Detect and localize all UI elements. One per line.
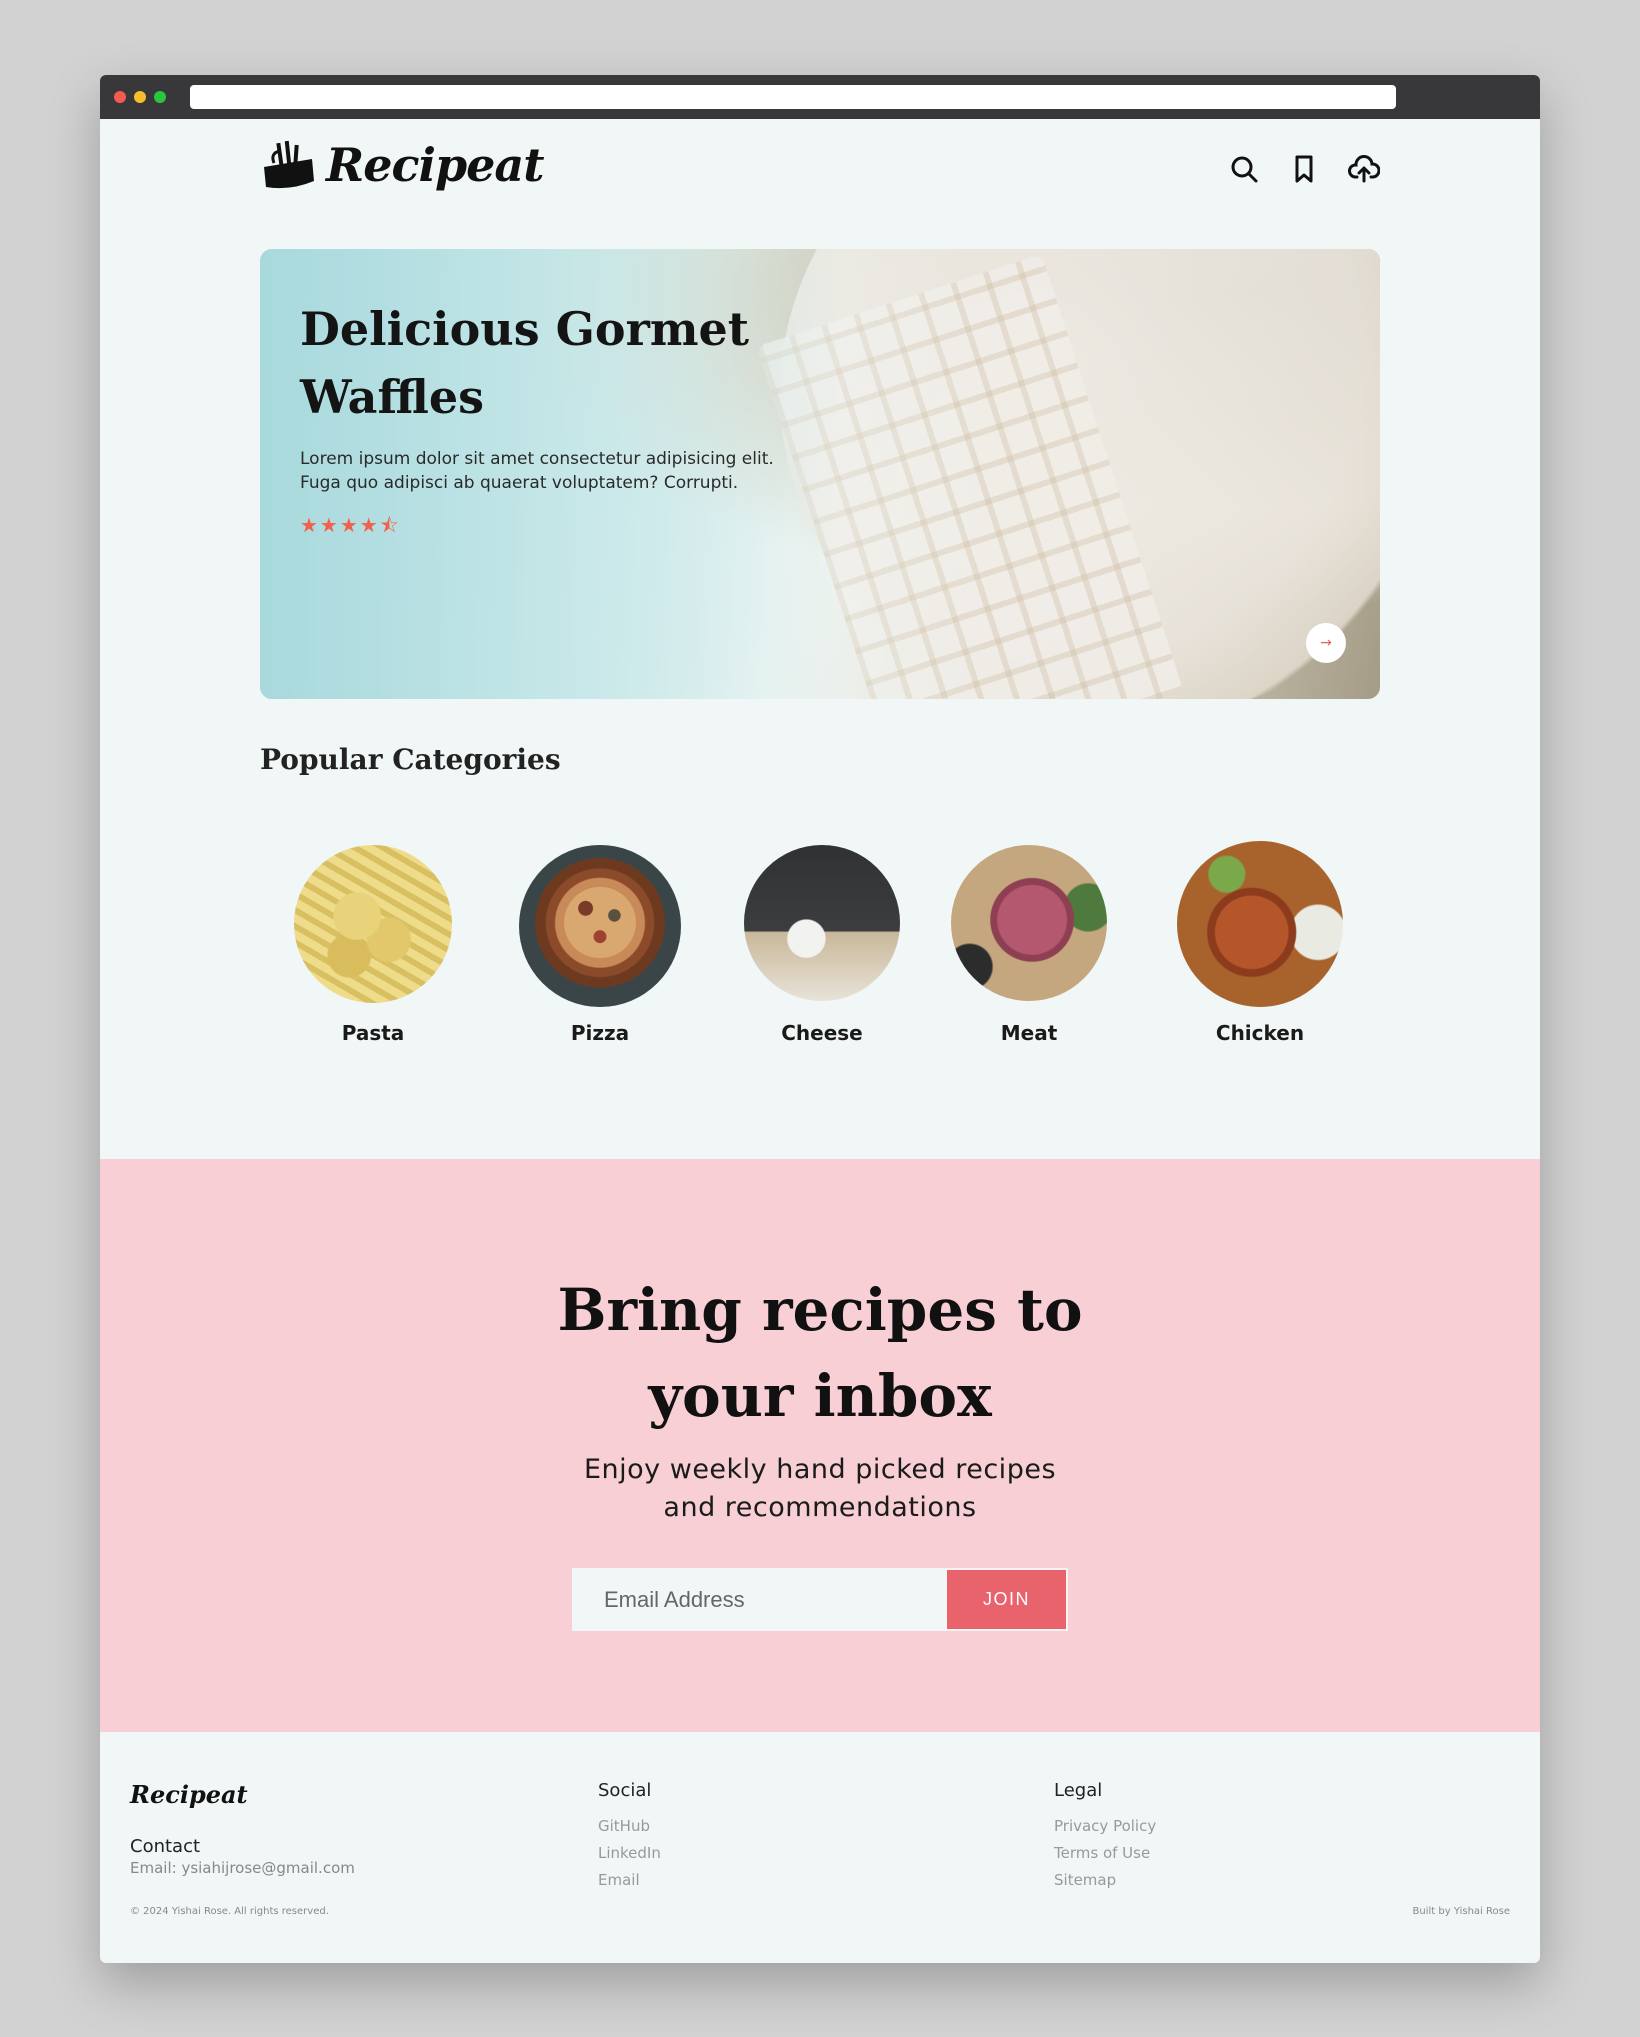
category-cheese[interactable]: Cheese — [737, 845, 907, 1045]
close-window-dot[interactable] — [114, 91, 126, 103]
hero-description: Lorem ipsum dolor sit amet consectetur a… — [300, 449, 774, 493]
category-label: Meat — [1000, 1021, 1058, 1045]
search-icon[interactable] — [1228, 153, 1260, 185]
email-link[interactable]: Email — [598, 1867, 661, 1894]
category-label: Pasta — [341, 1021, 405, 1045]
category-label: Pizza — [570, 1021, 630, 1045]
star-rating: ★★★★⯪ — [300, 513, 401, 537]
contact-label: Contact — [130, 1836, 201, 1857]
browser-window: Recipeat Delicious Gormet Waffles Lorem … — [100, 75, 1540, 1963]
category-pizza[interactable]: Pizza — [515, 845, 685, 1045]
cloud-upload-icon[interactable] — [1348, 153, 1380, 185]
hero-title: Delicious Gormet Waffles — [300, 302, 750, 424]
copyright: © 2024 Yishai Rose. All rights reserved. — [130, 1906, 329, 1917]
legal-heading: Legal — [1054, 1780, 1103, 1801]
pasta-image — [294, 845, 452, 1003]
category-pasta[interactable]: Pasta — [288, 845, 458, 1045]
browser-chrome — [100, 75, 1540, 119]
chicken-image — [1177, 841, 1343, 1007]
site-footer: Recipeat Contact Email: ysiahijrose@gmai… — [100, 1732, 1540, 1963]
email-field[interactable] — [572, 1568, 945, 1631]
newsletter-form: JOIN — [572, 1568, 1068, 1631]
hero-banner: Delicious Gormet Waffles Lorem ipsum dol… — [260, 249, 1380, 699]
arrow-right-icon: → — [1320, 635, 1332, 651]
brand-name: Recipeat — [326, 138, 544, 192]
site-header: Recipeat — [260, 119, 1380, 229]
github-link[interactable]: GitHub — [598, 1813, 661, 1840]
logo[interactable]: Recipeat — [260, 137, 544, 193]
category-list: Pasta Pizza Cheese Meat Chicken — [260, 841, 1380, 1065]
maximize-window-dot[interactable] — [154, 91, 166, 103]
meat-image — [951, 845, 1107, 1001]
footer-brand[interactable]: Recipeat — [130, 1780, 248, 1809]
category-label: Chicken — [1215, 1021, 1305, 1045]
footer-legal-column: Legal Privacy Policy Terms of Use Sitema… — [1054, 1780, 1156, 1894]
address-bar[interactable] — [190, 85, 1396, 109]
sitemap-link[interactable]: Sitemap — [1054, 1867, 1156, 1894]
category-label: Cheese — [781, 1021, 863, 1045]
header-actions — [1228, 153, 1380, 185]
minimize-window-dot[interactable] — [134, 91, 146, 103]
category-meat[interactable]: Meat — [944, 845, 1114, 1045]
social-heading: Social — [598, 1780, 652, 1801]
newsletter-title: Bring recipes to your inbox — [557, 1276, 1083, 1430]
privacy-policy-link[interactable]: Privacy Policy — [1054, 1813, 1156, 1840]
join-button[interactable]: JOIN — [945, 1568, 1068, 1631]
newsletter-subtitle: Enjoy weekly hand picked recipes and rec… — [583, 1454, 1057, 1523]
next-slide-button[interactable]: → — [1306, 623, 1346, 663]
bookmark-icon[interactable] — [1288, 153, 1320, 185]
category-chicken[interactable]: Chicken — [1175, 841, 1345, 1045]
newsletter-section: Bring recipes to your inbox Enjoy weekly… — [100, 1159, 1540, 1732]
footer-social-column: Social GitHub LinkedIn Email — [598, 1780, 661, 1894]
built-by: Built by Yishai Rose — [1412, 1906, 1510, 1917]
categories-heading: Popular Categories — [260, 743, 561, 776]
terms-of-use-link[interactable]: Terms of Use — [1054, 1840, 1156, 1867]
cheese-image — [744, 845, 900, 1001]
contact-email: Email: ysiahijrose@gmail.com — [130, 1859, 355, 1877]
pizza-image — [519, 845, 681, 1007]
basket-logo-icon — [264, 140, 314, 189]
linkedin-link[interactable]: LinkedIn — [598, 1840, 661, 1867]
